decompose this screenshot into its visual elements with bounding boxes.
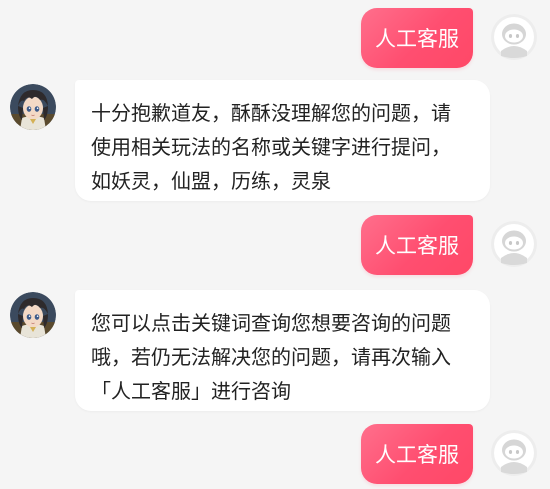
user-avatar-icon [491, 221, 537, 267]
bot-message-line: 「人工客服」进行咨询 [91, 379, 291, 403]
bot-message-line: 如妖灵，仙盟，历练，灵泉 [91, 169, 331, 193]
user-message-bubble[interactable]: 人工客服 [361, 424, 473, 484]
chat-container: 人工客服 十分抱歉道友，酥酥没理解您的问题，请 使用相关玩法的名称或关键字进行提… [0, 0, 550, 489]
bot-avatar [10, 84, 56, 130]
user-avatar-icon [491, 14, 537, 60]
bot-message-line: 十分抱歉道友，酥酥没理解您的问题，请 [91, 101, 451, 125]
user-message-text: 人工客服 [375, 234, 459, 258]
bot-message-line: 使用相关玩法的名称或关键字进行提问， [91, 135, 451, 159]
user-avatar-icon [491, 430, 537, 476]
bot-message-line: 您可以点击关键词查询您想要咨询的问题 [91, 311, 451, 335]
bot-message-bubble: 十分抱歉道友，酥酥没理解您的问题，请 使用相关玩法的名称或关键字进行提问， 如妖… [75, 80, 490, 201]
bot-avatar [10, 292, 56, 338]
user-message-bubble[interactable]: 人工客服 [361, 8, 473, 68]
user-message-text: 人工客服 [375, 27, 459, 51]
bot-message-line: 哦，若仍无法解决您的问题，请再次输入 [91, 345, 451, 369]
bot-message-bubble: 您可以点击关键词查询您想要咨询的问题 哦，若仍无法解决您的问题，请再次输入 「人… [75, 290, 490, 411]
user-message-text: 人工客服 [375, 443, 459, 467]
user-message-bubble[interactable]: 人工客服 [361, 215, 473, 275]
